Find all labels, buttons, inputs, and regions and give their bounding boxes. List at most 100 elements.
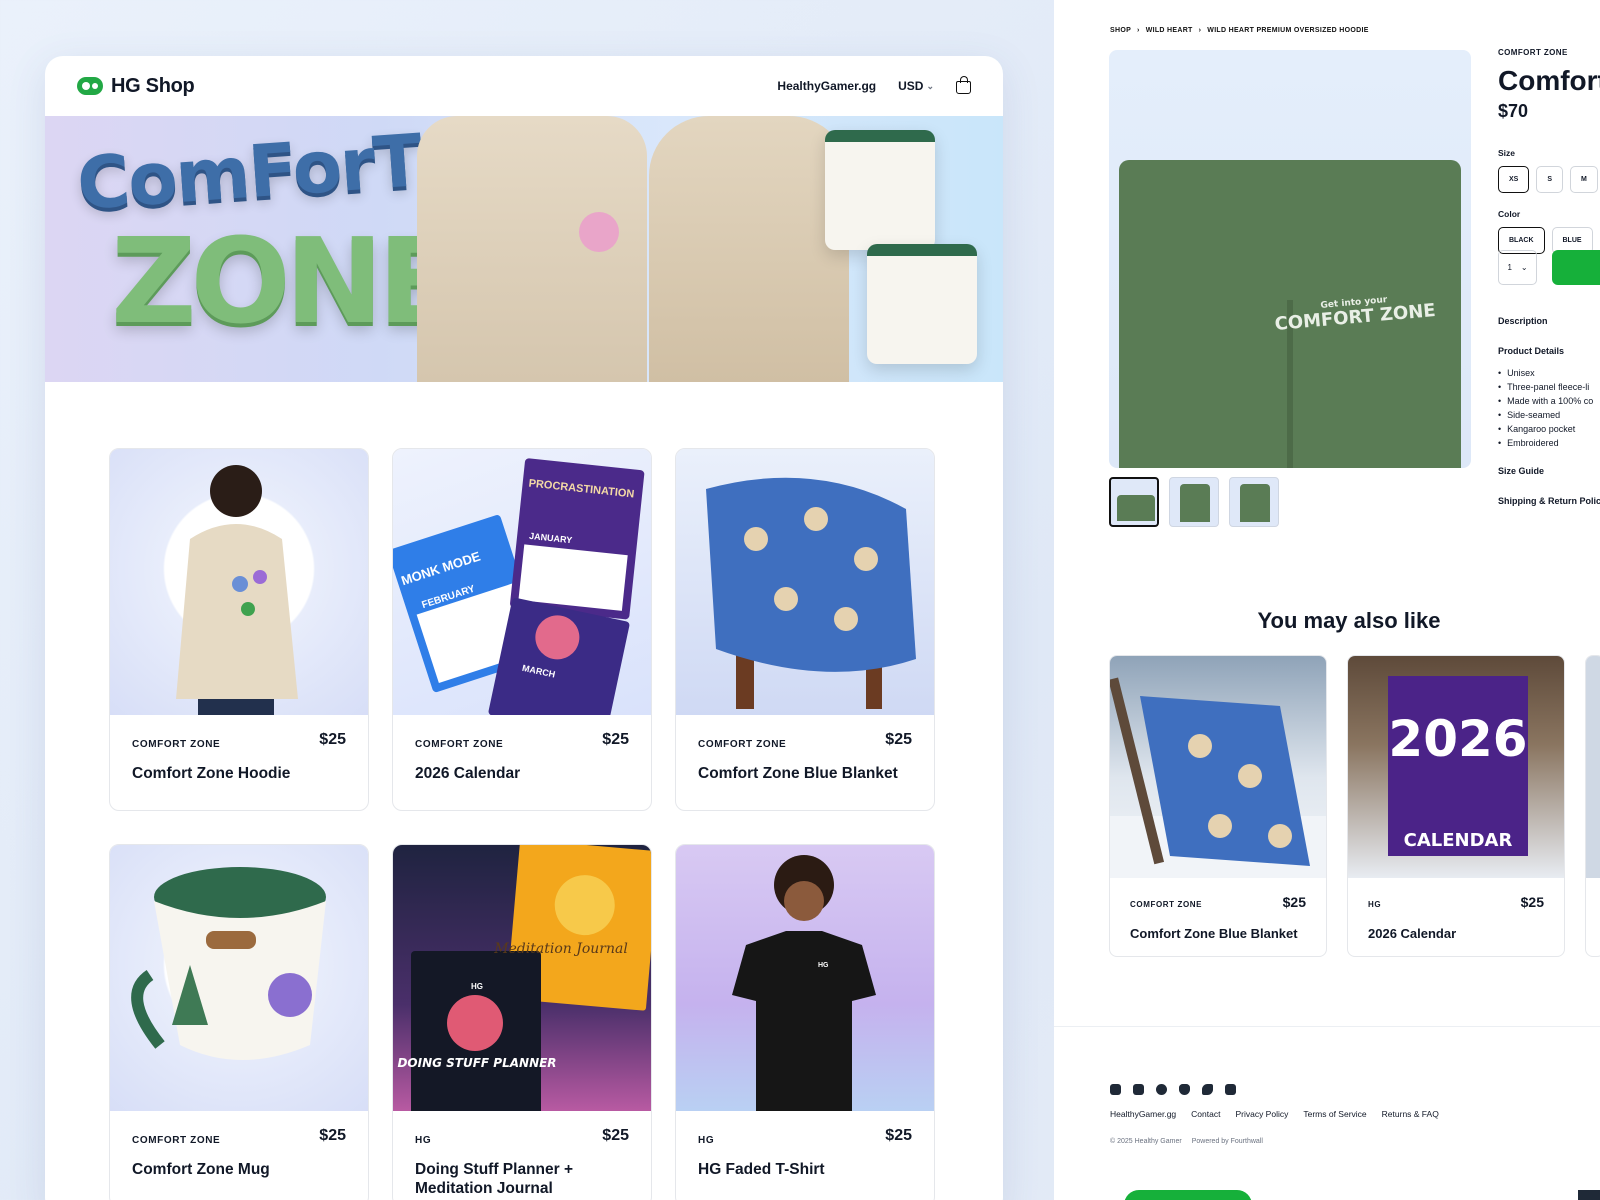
mug-image [825, 130, 935, 250]
product-name[interactable]: Doing Stuff Planner + Meditation Journal [415, 1160, 629, 1198]
tshirt-hg-mark: HG [818, 962, 829, 969]
size-guide-accordion[interactable]: Size Guide [1498, 466, 1600, 476]
breadcrumb-current: WILD HEART PREMIUM OVERSIZED HOODIE [1207, 27, 1369, 34]
product-card[interactable]: HG HG $25 HG Faded T-Shirt [675, 844, 935, 1200]
related-product-card[interactable] [1585, 655, 1600, 957]
cart-bag-icon[interactable] [956, 76, 971, 94]
product-card[interactable]: Meditation Journal DOING STUFF PLANNER H… [392, 844, 652, 1200]
product-name[interactable]: HG Faded T-Shirt [698, 1160, 912, 1179]
social-links [1110, 1084, 1236, 1095]
product-image: MONK MODE FEBRUARY PROCRASTINATION JANUA… [393, 449, 651, 715]
product-name[interactable]: 2026 Calendar [415, 764, 629, 783]
description-accordion[interactable]: Description [1498, 316, 1600, 326]
powered-by-link[interactable]: Powered by Fourthwall [1192, 1138, 1263, 1145]
product-name[interactable]: Comfort Zone Mug [132, 1160, 346, 1179]
hoodie-back-image [649, 116, 849, 382]
healthygamer-link[interactable]: HealthyGamer.gg [777, 79, 876, 93]
product-main-image[interactable]: Get into your COMFORT ZONE [1109, 50, 1471, 468]
thumbnail[interactable] [1229, 477, 1279, 527]
product-card[interactable]: COMFORT ZONE $25 Comfort Zone Blue Blank… [675, 448, 935, 811]
product-card[interactable]: COMFORT ZONE $25 Comfort Zone Mug [109, 844, 369, 1200]
product-category: COMFORT ZONE [1130, 900, 1203, 909]
footer-link-returns[interactable]: Returns & FAQ [1382, 1109, 1439, 1119]
product-card[interactable]: COMFORT ZONE $25 Comfort Zone Hoodie [109, 448, 369, 811]
thumb-image [1117, 495, 1155, 521]
size-option-s[interactable]: S [1536, 166, 1564, 193]
product-image [110, 845, 368, 1111]
journal-title: Meditation Journal [493, 941, 628, 957]
chevron-down-icon: ⌄ [1520, 263, 1528, 272]
product-card[interactable]: MONK MODE FEBRUARY PROCRASTINATION JANUA… [392, 448, 652, 811]
shop-logo[interactable]: HG Shop [77, 74, 195, 98]
product-name[interactable]: 2026 Calendar [1368, 924, 1456, 943]
shop-home-window: HG Shop HealthyGamer.gg USD ⌄ ComForT ZO… [45, 56, 1003, 1200]
related-product-card[interactable]: 2026 CALENDAR HG $25 2026 Calendar [1347, 655, 1565, 957]
calendar-tree-illustration: 2026 CALENDAR [1388, 676, 1528, 856]
size-option-xs[interactable]: XS [1498, 166, 1530, 193]
twitch-icon[interactable] [1110, 1084, 1121, 1095]
hg-badge-icon [579, 212, 619, 252]
product-category: HG [1368, 900, 1382, 909]
product-price: $70 [1498, 101, 1529, 121]
footer-link-healthygamer[interactable]: HealthyGamer.gg [1110, 1109, 1176, 1119]
product-image [1586, 656, 1600, 878]
twitter-icon[interactable] [1202, 1084, 1213, 1095]
breadcrumb-separator: › [1137, 27, 1140, 34]
sweatpants-image: Get into your COMFORT ZONE [1119, 160, 1461, 468]
product-category: COMFORT ZONE [698, 739, 787, 750]
size-label: Size [1498, 148, 1516, 158]
hg-logo-icon [77, 77, 103, 95]
thumbnail[interactable] [1109, 477, 1159, 527]
product-info: COMFORT ZONE Comfort $70 Size XS S M Col… [1498, 48, 1600, 254]
podcast-icon[interactable] [1225, 1084, 1236, 1095]
breadcrumb: SHOP › WILD HEART › WILD HEART PREMIUM O… [1110, 27, 1369, 34]
product-name[interactable]: Comfort Zone Hoodie [132, 764, 346, 783]
footer-link-terms[interactable]: Terms of Service [1303, 1109, 1366, 1119]
breadcrumb-collection[interactable]: WILD HEART [1146, 27, 1193, 34]
planner-title: DOING STUFF PLANNER [397, 1056, 556, 1070]
quantity-value: 1 [1507, 263, 1512, 272]
detail-item: Made with a 100% co [1498, 394, 1593, 408]
comfort-zone-logo: ComForT ZONE [74, 118, 458, 360]
breadcrumb-shop[interactable]: SHOP [1110, 27, 1131, 34]
product-name[interactable]: Comfort Zone Blue Blanket [1130, 924, 1298, 943]
tshirt-model-illustration: HG [732, 855, 876, 1111]
footer-link-contact[interactable]: Contact [1191, 1109, 1220, 1119]
size-option-m[interactable]: M [1570, 166, 1598, 193]
footer-links: HealthyGamer.gg Contact Privacy Policy T… [1110, 1109, 1439, 1119]
product-category: COMFORT ZONE [132, 739, 221, 750]
detail-item: Embroidered [1498, 436, 1593, 450]
related-product-card[interactable]: COMFORT ZONE $25 Comfort Zone Blue Blank… [1109, 655, 1327, 957]
product-name[interactable]: Comfort Zone Blue Blanket [698, 764, 912, 783]
thumbnail[interactable] [1169, 477, 1219, 527]
product-price: $25 [602, 731, 629, 748]
planner-journal-illustration: Meditation Journal DOING STUFF PLANNER H… [397, 845, 651, 1111]
cart-pill-button[interactable] [1124, 1190, 1252, 1200]
corner-widget[interactable] [1578, 1190, 1600, 1200]
color-label: Color [1498, 209, 1521, 219]
youtube-icon[interactable] [1133, 1084, 1144, 1095]
product-image [1110, 656, 1326, 878]
spotify-icon[interactable] [1156, 1084, 1167, 1095]
product-price: $25 [319, 1127, 346, 1144]
product-image [110, 449, 368, 715]
product-category: HG [415, 1135, 432, 1146]
product-image: Meditation Journal DOING STUFF PLANNER H… [393, 845, 651, 1111]
hero-banner[interactable]: ComForT ZONE [45, 116, 1003, 382]
brand-name: HG Shop [111, 74, 195, 97]
thumb-image [1240, 484, 1270, 522]
product-details-list: Unisex Three-panel fleece-li Made with a… [1498, 366, 1593, 450]
product-price: $25 [1520, 894, 1544, 910]
blanket-chair-illustration [706, 477, 916, 709]
quantity-select[interactable]: 1 ⌄ [1498, 250, 1537, 285]
currency-selector[interactable]: USD ⌄ [898, 79, 934, 93]
hoodie-front-image [417, 116, 647, 382]
size-options: XS S M [1498, 166, 1600, 193]
product-details-accordion[interactable]: Product Details [1498, 346, 1600, 356]
footer-link-privacy[interactable]: Privacy Policy [1235, 1109, 1288, 1119]
add-to-cart-button[interactable] [1552, 250, 1600, 285]
shipping-returns-accordion[interactable]: Shipping & Return Polici [1498, 496, 1600, 506]
discord-icon[interactable] [1179, 1084, 1190, 1095]
product-price: $25 [602, 1127, 629, 1144]
hero-title-zone: ZONE [111, 212, 458, 350]
